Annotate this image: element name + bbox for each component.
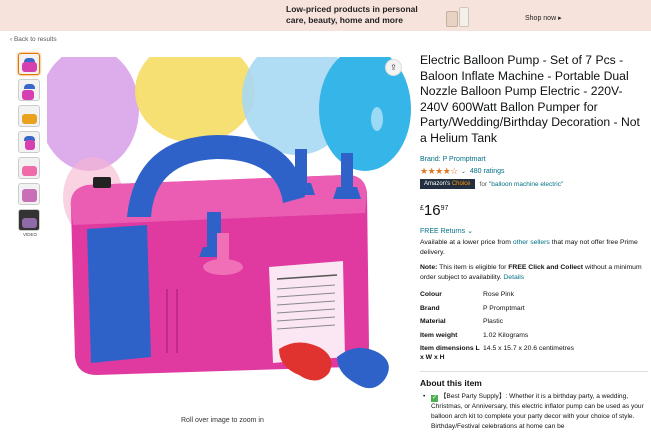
spec-row: Brand P Promptmart: [420, 304, 574, 318]
details-link[interactable]: Details: [503, 274, 524, 281]
bullet-dot: •: [423, 393, 426, 400]
thumbnail-1[interactable]: [18, 53, 40, 75]
spec-value: Rose Pink: [483, 291, 514, 298]
thumbnail-5[interactable]: [18, 157, 40, 179]
balloon-pump-illustration: [47, 57, 414, 407]
shop-now-link[interactable]: Shop now ▸: [525, 14, 562, 22]
chevron-down-icon[interactable]: ⌄: [461, 168, 466, 175]
star-rating-icon[interactable]: ★★★★☆: [420, 166, 458, 177]
amazons-choice-row: Amazon's Choice for "balloon machine ele…: [420, 179, 563, 189]
specs-table: Colour Rose Pink Brand P Promptmart Mate…: [420, 290, 574, 366]
note-bold: FREE Click and Collect: [508, 264, 584, 271]
other-sellers-link[interactable]: other sellers: [513, 239, 550, 246]
price-whole: 16: [423, 202, 441, 219]
banner-text: Low-priced products in personal care, be…: [286, 4, 418, 25]
choice-keyword-link[interactable]: "balloon machine electric": [489, 181, 563, 188]
note-label: Note:: [420, 264, 438, 271]
choice-badge-main: Amazon's: [424, 181, 451, 187]
spec-row: Item weight 1.02 Kilograms: [420, 331, 574, 345]
note-pre: This item is eligible for: [437, 264, 509, 271]
about-heading: About this item: [420, 378, 482, 388]
spec-row: Colour Rose Pink: [420, 290, 574, 304]
choice-for-text: for "balloon machine electric": [480, 181, 564, 188]
availability-pre: Available at a lower price from: [420, 239, 513, 246]
banner-product-image: [446, 5, 472, 29]
choice-badge-accent: Choice: [451, 181, 471, 187]
zoom-hint: Roll over image to zoom in: [181, 417, 264, 424]
thumbnail-3[interactable]: [18, 105, 40, 127]
divider: [420, 371, 648, 372]
brand-link[interactable]: Brand: P Promptmart: [420, 156, 486, 163]
thumbnail-video[interactable]: [18, 209, 40, 231]
thumbnail-strip: VIDEO: [18, 53, 42, 237]
spec-value: 1.02 Kilograms: [483, 331, 529, 339]
spec-row: Item dimensions L x W x H 14.5 x 15.7 x …: [420, 344, 574, 366]
spec-row: Material Plastic: [420, 317, 574, 331]
spec-value: 14.5 x 15.7 x 20.6 centimetres: [483, 345, 575, 352]
about-bullet-text: ✓ 【Best Party Supply】: Whether it is a b…: [423, 392, 651, 432]
spec-key: Colour: [420, 291, 442, 298]
price: £ 16 97: [420, 203, 448, 219]
check-icon: ✓: [431, 395, 438, 402]
about-bullet-body: 【Best Party Supply】: Whether it is a bir…: [431, 393, 644, 430]
spec-key: Item dimensions L x W x H: [420, 345, 480, 361]
back-to-results-link[interactable]: ‹ Back to results: [10, 36, 57, 43]
spec-value: P Promptmart: [483, 304, 525, 312]
spec-key: Material: [420, 318, 446, 325]
choice-for-label: for: [479, 180, 488, 188]
ratings-count-link[interactable]: 480 ratings: [470, 168, 505, 175]
video-label: VIDEO: [22, 232, 37, 237]
share-icon[interactable]: ⇪: [385, 59, 402, 76]
spec-value: Plastic: [483, 318, 504, 325]
rating-row: ★★★★☆ ⌄ 480 ratings: [420, 166, 505, 177]
free-returns-link[interactable]: FREE Returns ⌄: [420, 227, 473, 235]
thumbnail-4[interactable]: [18, 131, 40, 153]
product-title: Electric Balloon Pump - Set of 7 Pcs - B…: [420, 53, 640, 145]
promo-banner[interactable]: Low-priced products in personal care, be…: [0, 0, 651, 31]
price-fraction: 97: [440, 205, 449, 212]
about-bullet: • ✓ 【Best Party Supply】: Whether it is a…: [423, 392, 651, 432]
click-collect-note: Note: This item is eligible for FREE Cli…: [420, 263, 648, 283]
availability-text: Available at a lower price from other se…: [420, 238, 648, 258]
spec-key: Item weight: [420, 331, 458, 339]
thumbnail-6[interactable]: [18, 183, 40, 205]
thumbnail-2[interactable]: [18, 79, 40, 101]
spec-key: Brand: [420, 304, 440, 312]
main-product-image[interactable]: [47, 57, 414, 407]
amazons-choice-badge: Amazon's Choice: [420, 179, 475, 189]
